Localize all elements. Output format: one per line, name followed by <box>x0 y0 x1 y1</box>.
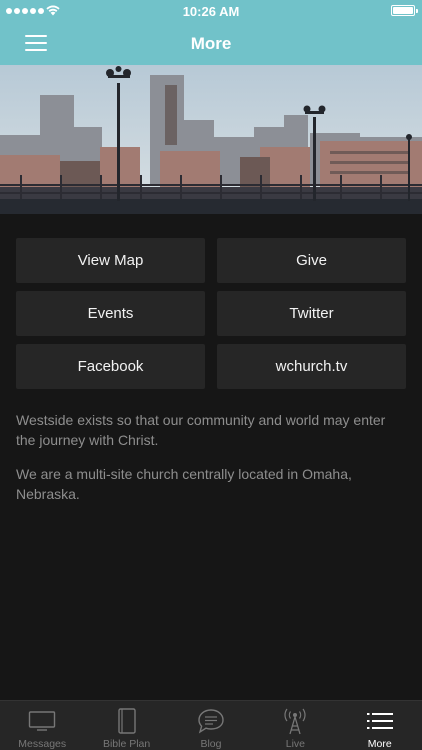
events-button[interactable]: Events <box>16 291 205 336</box>
about-text: Westside exists so that our community an… <box>16 410 386 504</box>
battery-icon <box>391 5 418 16</box>
list-icon <box>338 707 422 735</box>
tab-label: More <box>367 738 392 750</box>
broadcast-tower-icon <box>253 707 337 735</box>
give-button[interactable]: Give <box>217 238 406 283</box>
tab-label: Bible Plan <box>102 738 151 750</box>
tab-label: Blog <box>200 738 222 750</box>
tab-live[interactable]: Live <box>253 701 337 750</box>
wchurch-tv-button[interactable]: wchurch.tv <box>217 344 406 389</box>
tab-more[interactable]: More <box>338 701 422 750</box>
tab-blog[interactable]: Blog <box>169 701 253 750</box>
nav-bar: More <box>0 22 422 65</box>
page-title: More <box>190 34 232 53</box>
facebook-button[interactable]: Facebook <box>16 344 205 389</box>
status-time: 10:26 AM <box>182 4 240 19</box>
tab-bible-plan[interactable]: Bible Plan <box>84 701 168 750</box>
status-bar: 10:26 AM <box>0 0 422 22</box>
tab-label: Messages <box>18 738 67 750</box>
tab-label: Live <box>285 738 305 750</box>
tv-icon <box>0 707 84 735</box>
header: 10:26 AM More <box>0 0 422 65</box>
about-mission: Westside exists so that our community an… <box>16 412 386 448</box>
hero-skyline-image <box>0 65 422 214</box>
view-map-button[interactable]: View Map <box>16 238 205 283</box>
book-icon <box>84 707 168 735</box>
tab-bar: Messages Bible Plan Blog Live More <box>0 700 422 750</box>
tab-messages[interactable]: Messages <box>0 701 84 750</box>
speech-bubble-icon <box>169 707 253 735</box>
twitter-button[interactable]: Twitter <box>217 291 406 336</box>
about-location: We are a multi-site church centrally loc… <box>16 466 352 502</box>
